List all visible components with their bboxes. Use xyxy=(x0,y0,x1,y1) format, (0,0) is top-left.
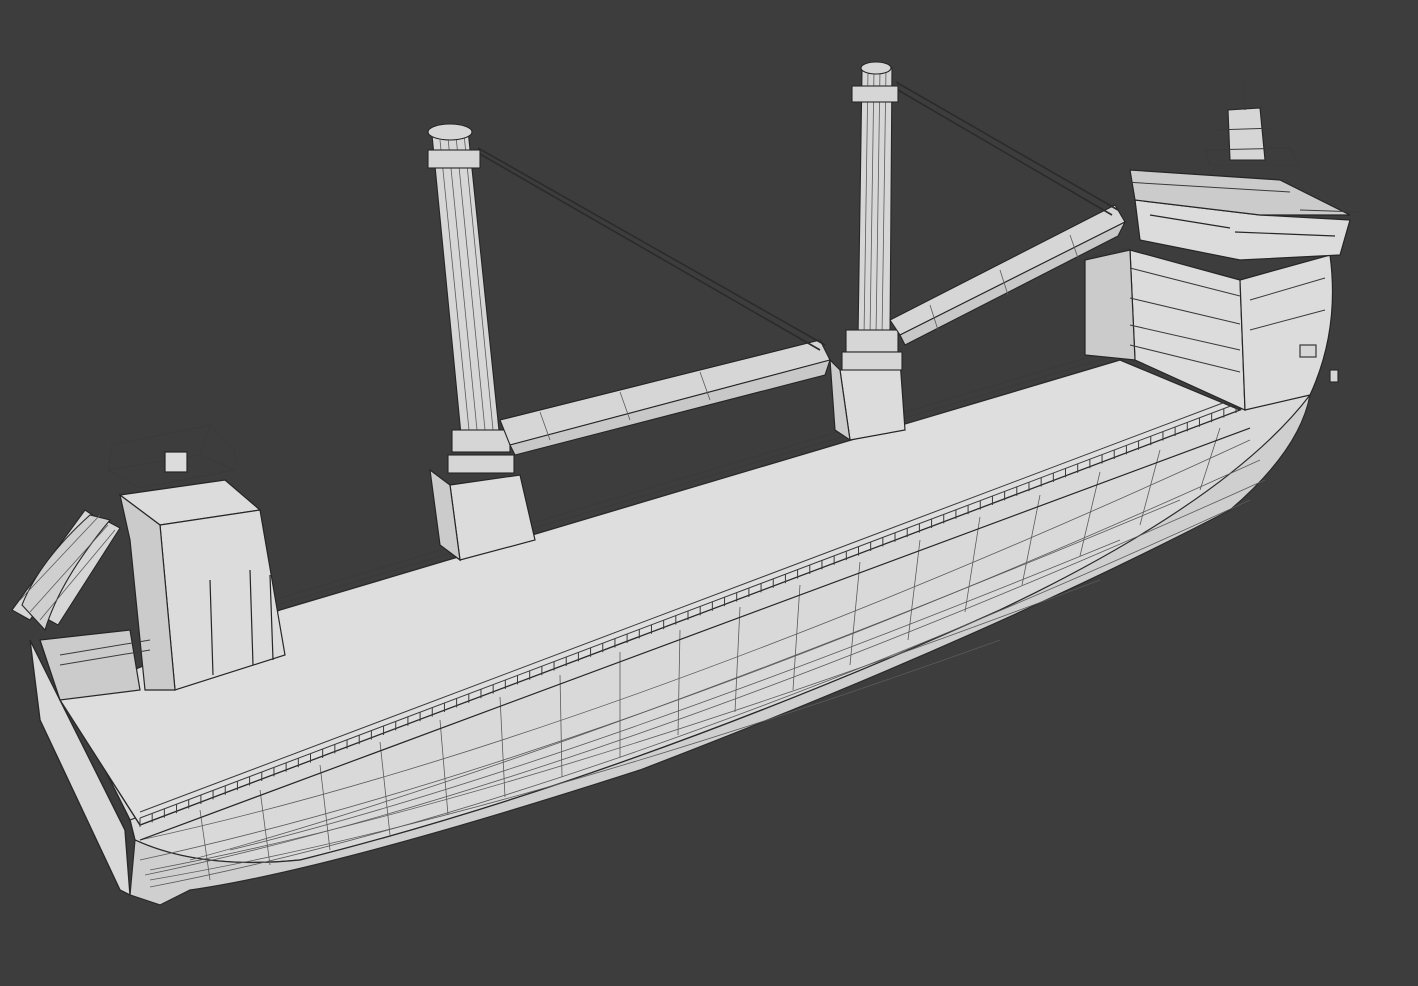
stern-superstructure xyxy=(11,424,286,701)
3d-viewport[interactable] xyxy=(0,0,1418,986)
ship-model xyxy=(11,61,1361,906)
bow-superstructure xyxy=(1084,80,1361,411)
